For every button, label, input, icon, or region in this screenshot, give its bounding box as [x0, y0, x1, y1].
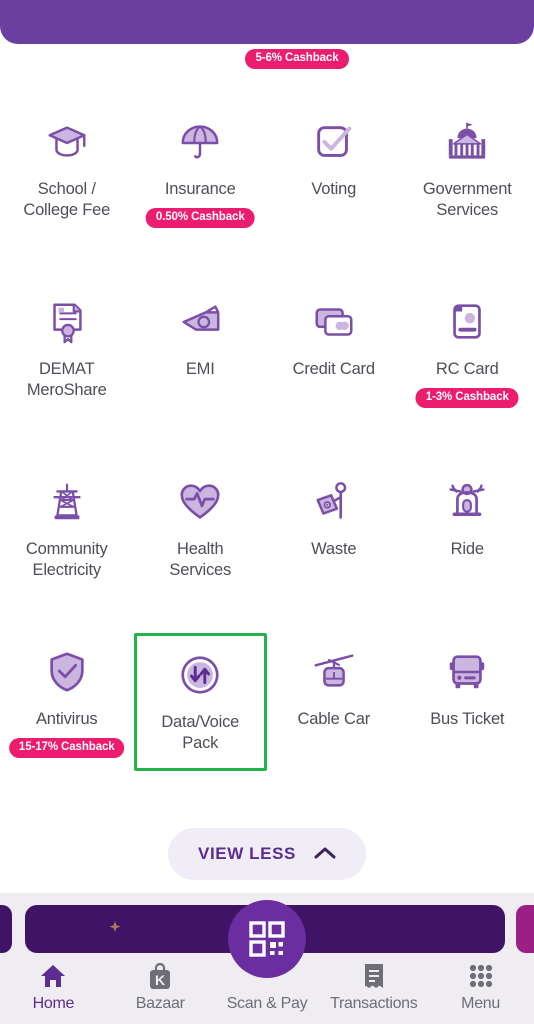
cable-car-icon: [310, 648, 358, 696]
chevron-up-icon: [314, 846, 336, 863]
service-tile-label: Credit Card: [292, 360, 375, 378]
service-tile-label: Ride: [450, 540, 484, 558]
service-tile[interactable]: Community Electricity: [0, 460, 134, 630]
service-tile-label: Data/Voice Pack: [161, 713, 240, 752]
view-less-label: VIEW LESS: [198, 844, 296, 863]
top-header-bar: [0, 0, 534, 44]
umbrella-icon: [176, 118, 224, 166]
id-card-icon: [443, 298, 491, 346]
service-tile-label: DEMAT MeroShare: [26, 360, 107, 399]
services-grid-row: Community Electricity Health Services Wast…: [0, 460, 534, 630]
shopping-bag-k-icon: K: [147, 961, 173, 991]
graduation-cap-icon: [43, 118, 91, 166]
services-grid-row: Antivirus 15-17% Cashback Data/Voice Pack C…: [0, 630, 534, 780]
service-tile[interactable]: DEMAT MeroShare: [0, 280, 134, 460]
services-grid: School / College Fee Insurance 0.50% Cashb…: [0, 100, 534, 780]
service-tile[interactable]: Antivirus 15-17% Cashback: [0, 630, 134, 780]
view-less-button[interactable]: VIEW LESS: [168, 828, 366, 880]
service-tile[interactable]: RC Card 1-3% Cashback: [401, 280, 534, 460]
scan-and-pay-fab[interactable]: [228, 900, 306, 978]
government-building-icon: [443, 118, 491, 166]
service-tile[interactable]: Credit Card: [267, 280, 401, 460]
top-cashback-badge-container: 5-6% Cashback: [0, 48, 534, 69]
nav-item-label: Scan & Pay: [226, 995, 308, 1012]
service-tile-label: EMI: [185, 360, 215, 378]
service-tile[interactable]: Ride: [401, 460, 534, 630]
checkbox-check-icon: [310, 118, 358, 166]
service-tile[interactable]: Data/Voice Pack: [133, 633, 267, 771]
service-tile-label: Government Services: [422, 180, 512, 219]
cashback-badge: 15-17% Cashback: [8, 738, 125, 758]
service-tile[interactable]: School / College Fee: [0, 100, 134, 280]
cashback-badge: 5-6% Cashback: [245, 49, 349, 69]
data-transfer-icon: [176, 651, 224, 699]
nav-item-label: Bazaar: [135, 995, 185, 1012]
certificate-icon: [43, 298, 91, 346]
scooter-icon: [443, 478, 491, 526]
service-tile-label: Bus Ticket: [430, 710, 505, 728]
service-tile[interactable]: Government Services: [401, 100, 534, 280]
services-grid-row: DEMAT MeroShare EMI Credit Card RC Card 1-3%…: [0, 280, 534, 460]
service-tile-label: Voting: [311, 180, 357, 198]
nav-item-label: Home: [32, 995, 75, 1012]
service-tile-label: Health Services: [169, 540, 232, 579]
waste-person-icon: [310, 478, 358, 526]
nav-item-bazaar[interactable]: K Bazaar: [107, 961, 214, 1013]
service-tile-label: School / College Fee: [23, 180, 111, 219]
view-toggle-container: VIEW LESS: [0, 828, 534, 880]
services-grid-row: School / College Fee Insurance 0.50% Cashb…: [0, 100, 534, 280]
service-tile-label: Community Electricity: [25, 540, 108, 579]
cash-money-icon: [176, 298, 224, 346]
service-tile[interactable]: Insurance 0.50% Cashback: [134, 100, 268, 280]
service-tile[interactable]: Waste: [267, 460, 401, 630]
nav-item-transactions[interactable]: Transactions: [320, 961, 427, 1013]
service-tile[interactable]: Bus Ticket: [401, 630, 534, 780]
service-tile[interactable]: Cable Car: [267, 630, 401, 780]
bus-icon: [443, 648, 491, 696]
nav-item-home[interactable]: Home: [0, 961, 107, 1013]
home-icon: [39, 961, 67, 991]
promo-card-left-peek[interactable]: [0, 905, 12, 953]
promo-card-right-peek[interactable]: [516, 905, 534, 953]
service-tile-label: RC Card: [435, 360, 499, 378]
receipt-icon: [362, 961, 386, 991]
service-tile[interactable]: EMI: [134, 280, 268, 460]
cashback-badge: 0.50% Cashback: [145, 208, 255, 228]
qr-code-icon: [249, 921, 285, 957]
service-tile-label: Antivirus: [36, 710, 98, 728]
nav-item-label: Menu: [461, 995, 500, 1012]
service-tile[interactable]: Health Services: [134, 460, 268, 630]
credit-cards-icon: [310, 298, 358, 346]
nav-item-label: Transactions: [330, 995, 418, 1012]
service-tile-label: Insurance: [164, 180, 236, 198]
grid-dots-icon: [469, 961, 493, 991]
service-tile-label: Waste: [311, 540, 357, 558]
service-tile[interactable]: Voting: [267, 100, 401, 280]
app-screen: 5-6% Cashback School / College Fee Insura…: [0, 0, 534, 1024]
shield-check-icon: [43, 648, 91, 696]
cashback-badge: 1-3% Cashback: [415, 388, 519, 408]
heart-pulse-icon: [176, 478, 224, 526]
svg-text:K: K: [155, 972, 165, 988]
sparkle-decoration-icon: [109, 921, 121, 932]
transmission-tower-icon: [43, 478, 91, 526]
service-tile-label: Cable Car: [297, 710, 371, 728]
nav-item-menu[interactable]: Menu: [427, 961, 534, 1013]
